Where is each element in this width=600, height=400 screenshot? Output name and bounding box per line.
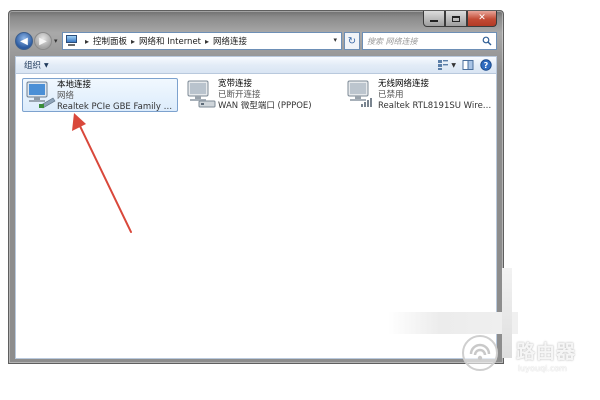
breadcrumb-network-internet[interactable]: 网络和 Internet [139, 35, 201, 47]
connection-item-wireless[interactable]: 无线网络连接 已禁用 Realtek RTL8191SU Wireless L.… [344, 78, 494, 112]
preview-pane-icon [462, 60, 474, 70]
connection-status: 已断开连接 [218, 90, 261, 100]
view-options-button[interactable] [437, 59, 449, 71]
router-logo-icon [462, 335, 498, 371]
search-box[interactable] [362, 32, 497, 50]
command-bar: 组织 ▼ ▼ ? [15, 56, 497, 74]
connection-item-broadband[interactable]: 宽带连接 已断开连接 WAN 微型端口 (PPPOE) [184, 78, 339, 112]
chevron-down-icon: ▼ [44, 61, 49, 69]
chevron-down-icon[interactable]: ▼ [451, 62, 456, 69]
address-row: ◀ ▶ ▾ ▸ 控制面板 ▸ 网络和 Internet ▸ 网络连接 ▾ ↻ [15, 31, 497, 53]
connection-name: 本地连接 [57, 80, 92, 90]
connection-name: 宽带连接 [218, 79, 253, 89]
dialup-connection-icon [184, 78, 218, 110]
network-connections-window: ✕ ◀ ▶ ▾ ▸ 控制面板 ▸ 网络和 Internet ▸ 网络连接 ▾ ↻ [8, 10, 504, 364]
connection-device: Realtek RTL8191SU Wireless L... [378, 101, 492, 111]
search-input[interactable] [367, 36, 477, 46]
connection-device: Realtek PCIe GBE Family Contr... [57, 102, 175, 111]
refresh-button[interactable]: ↻ [344, 32, 360, 50]
help-icon: ? [480, 59, 492, 71]
view-options-icon [438, 60, 449, 70]
connection-status: 网络 [57, 91, 75, 101]
watermark-side [502, 268, 512, 358]
breadcrumb-network-connections[interactable]: 网络连接 [213, 35, 247, 47]
maximize-icon [452, 15, 460, 22]
watermark-glow [388, 312, 518, 334]
wireless-connection-icon [344, 78, 378, 110]
svg-text:?: ? [484, 61, 489, 70]
minimize-icon [430, 20, 438, 22]
chevron-down-icon[interactable]: ▾ [333, 36, 337, 44]
minimize-button[interactable] [423, 11, 445, 27]
watermark-url: luyouqi.com [518, 364, 567, 373]
connection-name: 无线网络连接 [378, 79, 430, 89]
control-panel-icon [65, 35, 78, 47]
arrow-right-icon: ▶ [39, 35, 47, 47]
breadcrumb-control-panel[interactable]: 控制面板 [93, 35, 127, 47]
refresh-icon: ↻ [347, 35, 357, 47]
caption-buttons: ✕ [423, 11, 497, 27]
connection-device: WAN 微型端口 (PPPOE) [218, 101, 312, 111]
ethernet-connection-icon [23, 79, 57, 111]
organize-menu-button[interactable]: 组织 ▼ [24, 59, 49, 71]
close-button[interactable]: ✕ [467, 11, 497, 27]
address-bar[interactable]: ▸ 控制面板 ▸ 网络和 Internet ▸ 网络连接 ▾ [62, 32, 342, 50]
back-button[interactable]: ◀ [15, 32, 33, 50]
connection-item-local[interactable]: 本地连接 网络 Realtek PCIe GBE Family Contr... [22, 78, 178, 112]
recent-pages-dropdown[interactable]: ▾ [54, 37, 60, 45]
forward-button[interactable]: ▶ [34, 32, 52, 50]
search-icon[interactable] [482, 36, 492, 46]
chevron-right-icon[interactable]: ▸ [85, 37, 89, 46]
chevron-right-icon[interactable]: ▸ [131, 37, 135, 46]
toolbar-right: ▼ ? [437, 58, 492, 72]
organize-label: 组织 [24, 61, 42, 71]
maximize-button[interactable] [445, 11, 467, 27]
help-button[interactable]: ? [480, 59, 492, 71]
chevron-right-icon[interactable]: ▸ [205, 37, 209, 46]
watermark-title: 路由器 [516, 341, 577, 363]
connection-status: 已禁用 [378, 90, 404, 100]
close-icon: ✕ [478, 13, 486, 23]
arrow-left-icon: ◀ [20, 35, 28, 47]
preview-pane-button[interactable] [462, 59, 474, 71]
